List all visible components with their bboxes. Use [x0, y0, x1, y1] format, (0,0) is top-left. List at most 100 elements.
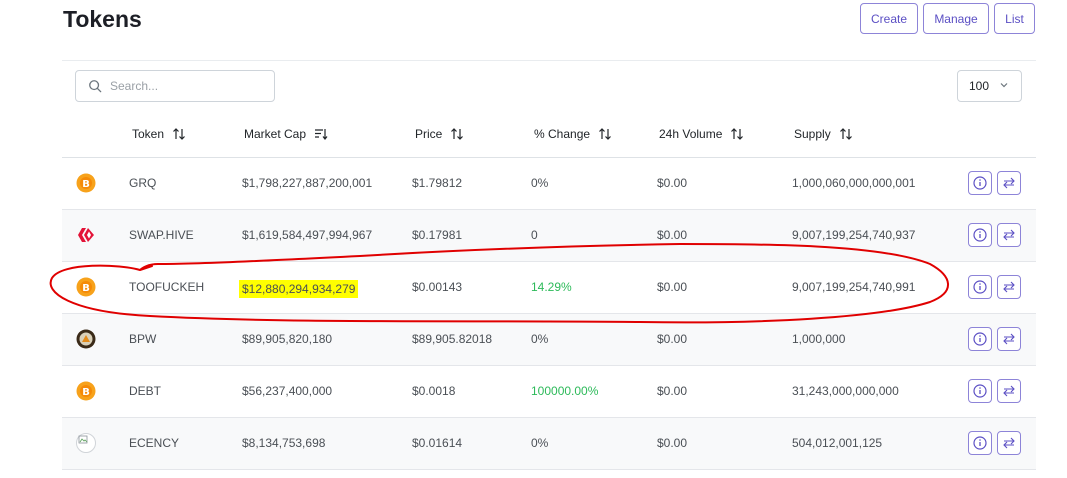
price-value: $0.17981: [412, 228, 463, 242]
supply-value: 1,000,060,000,000,001: [792, 176, 916, 190]
column-volume[interactable]: 24h Volume: [659, 127, 744, 141]
token-symbol[interactable]: ECENCY: [129, 436, 179, 450]
price-value: $0.00143: [412, 280, 463, 294]
list-button[interactable]: List: [994, 3, 1035, 34]
table-row[interactable]: ECENCY $8,134,753,698 $0.01614 0% $0.00 …: [62, 418, 1036, 470]
orange-coin-icon: B: [76, 381, 96, 401]
supply-value: 504,012,001,125: [792, 436, 883, 450]
change-value: 0%: [531, 436, 549, 450]
table-row[interactable]: B TOOFUCKEH $12,880,294,934,279 $0.00143…: [62, 262, 1036, 314]
info-button[interactable]: [968, 327, 992, 351]
change-value: 0%: [531, 176, 549, 190]
market-cap-value: $8,134,753,698: [242, 436, 326, 450]
volume-value: $0.00: [657, 332, 688, 346]
info-icon: [973, 436, 987, 450]
info-icon: [973, 228, 987, 242]
token-symbol[interactable]: DEBT: [129, 384, 161, 398]
orange-coin-icon: B: [76, 173, 96, 193]
page-size-select[interactable]: 100: [957, 70, 1022, 102]
svg-text:B: B: [82, 283, 90, 294]
swap-arrows-icon: [1003, 281, 1015, 293]
orange-coin-icon: B: [76, 277, 96, 297]
volume-value: $0.00: [657, 228, 688, 242]
sort-icon: [173, 128, 185, 140]
chevron-down-icon: [1000, 83, 1008, 88]
sort-icon: [599, 128, 611, 140]
price-value: $0.01614: [412, 436, 463, 450]
hive-icon: [78, 228, 94, 242]
column-market-cap[interactable]: Market Cap: [244, 127, 328, 141]
page-size-value: 100: [969, 79, 990, 93]
column-price-label: Price: [415, 127, 443, 141]
swap-button[interactable]: [997, 275, 1021, 299]
column-supply-label: Supply: [794, 127, 831, 141]
token-symbol[interactable]: SWAP.HIVE: [129, 228, 194, 242]
search-box[interactable]: [75, 70, 275, 102]
price-value: $89,905.82018: [412, 332, 493, 346]
manage-button[interactable]: Manage: [923, 3, 989, 34]
market-cap-value: $89,905,820,180: [242, 332, 333, 346]
swap-button[interactable]: [997, 171, 1021, 195]
table-row[interactable]: BPW $89,905,820,180 $89,905.82018 0% $0.…: [62, 314, 1036, 366]
supply-value: 31,243,000,000,000: [792, 384, 899, 398]
column-token[interactable]: Token: [132, 127, 186, 141]
info-button[interactable]: [968, 275, 992, 299]
swap-arrows-icon: [1003, 385, 1015, 397]
table-header: Token Market Cap Price % Change 24h Volu…: [62, 120, 1036, 158]
table-row[interactable]: SWAP.HIVE $1,619,584,497,994,967 $0.1798…: [62, 210, 1036, 262]
volume-value: $0.00: [657, 436, 688, 450]
info-button[interactable]: [968, 379, 992, 403]
market-cap-value: $1,619,584,497,994,967: [242, 228, 373, 242]
sort-icon: [451, 128, 464, 140]
swap-arrows-icon: [1003, 177, 1015, 189]
token-symbol[interactable]: BPW: [129, 332, 156, 346]
table-row[interactable]: B GRQ $1,798,227,887,200,001 $1.79812 0%…: [62, 158, 1036, 210]
change-value: 14.29%: [531, 280, 572, 294]
create-button[interactable]: Create: [860, 3, 918, 34]
search-icon: [89, 80, 102, 93]
swap-button[interactable]: [997, 431, 1021, 455]
token-symbol[interactable]: GRQ: [129, 176, 156, 190]
column-change-label: % Change: [534, 127, 591, 141]
swap-arrows-icon: [1003, 333, 1015, 345]
swap-button[interactable]: [997, 379, 1021, 403]
supply-value: 1,000,000: [792, 332, 846, 346]
swap-arrows-icon: [1003, 437, 1015, 449]
market-cap-value: $1,798,227,887,200,001: [242, 176, 373, 190]
sort-icon: [731, 128, 744, 140]
broken-image-icon: [76, 433, 96, 453]
info-icon: [973, 280, 987, 294]
info-button[interactable]: [968, 223, 992, 247]
column-token-label: Token: [132, 127, 165, 141]
volume-value: $0.00: [657, 176, 688, 190]
info-icon: [973, 384, 987, 398]
bpw-logo-icon: [76, 329, 96, 349]
volume-value: $0.00: [657, 280, 688, 294]
column-volume-label: 24h Volume: [659, 127, 723, 141]
svg-text:B: B: [82, 179, 90, 190]
swap-button[interactable]: [997, 327, 1021, 351]
swap-button[interactable]: [997, 223, 1021, 247]
table-row[interactable]: B DEBT $56,237,400,000 $0.0018 100000.00…: [62, 366, 1036, 418]
info-button[interactable]: [968, 431, 992, 455]
volume-value: $0.00: [657, 384, 688, 398]
info-button[interactable]: [968, 171, 992, 195]
sort-icon: [839, 128, 852, 140]
info-icon: [973, 176, 987, 190]
price-value: $0.0018: [412, 384, 456, 398]
sort-descending-icon: [315, 129, 328, 140]
change-value: 0%: [531, 332, 549, 346]
market-cap-value: $56,237,400,000: [242, 384, 333, 398]
column-market-cap-label: Market Cap: [244, 127, 307, 141]
info-icon: [973, 332, 987, 346]
change-value: 100000.00%: [531, 384, 599, 398]
supply-value: 9,007,199,254,740,991: [792, 280, 916, 294]
column-change[interactable]: % Change: [534, 127, 612, 141]
column-price[interactable]: Price: [415, 127, 464, 141]
column-supply[interactable]: Supply: [794, 127, 853, 141]
token-symbol[interactable]: TOOFUCKEH: [129, 280, 204, 294]
search-input[interactable]: [110, 79, 260, 93]
header-divider: [62, 60, 1036, 61]
price-value: $1.79812: [412, 176, 463, 190]
market-cap-value-highlighted: $12,880,294,934,279: [239, 280, 359, 298]
